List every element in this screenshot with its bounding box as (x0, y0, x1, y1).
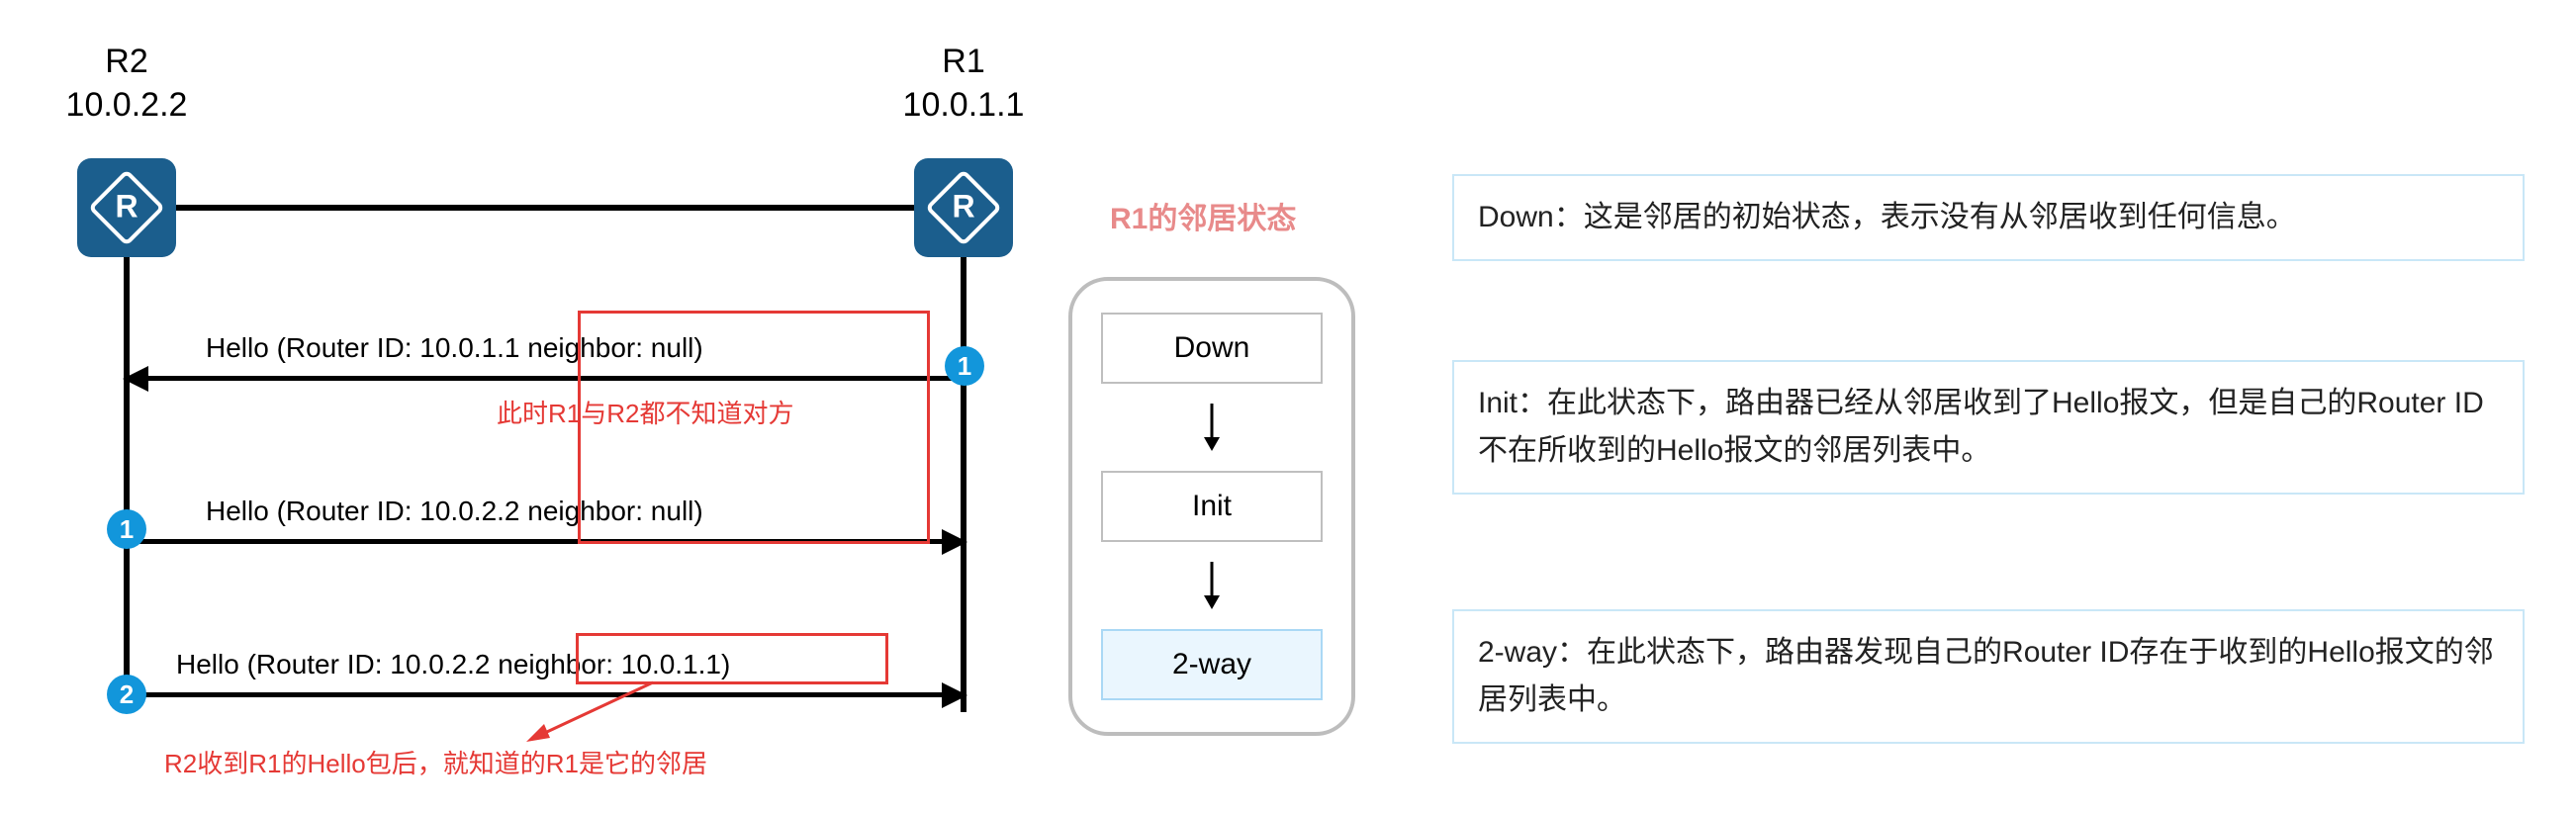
svg-text:R: R (952, 189, 974, 225)
arrow-right-icon (938, 680, 967, 710)
router-r2-icon: R (77, 158, 176, 257)
desc-init: Init：在此状态下，路由器已经从邻居收到了Hello报文，但是自己的Route… (1452, 360, 2525, 495)
annotation-2: R2收到R1的Hello包后，就知道的R1是它的邻居 (164, 744, 707, 780)
arrow-left-icon (123, 364, 152, 394)
diagram-root: R2 10.0.2.2 R1 10.0.1.1 R R Hello (Route… (0, 0, 2576, 814)
desc-down: Down：这是邻居的初始状态，表示没有从邻居收到任何信息。 (1452, 174, 2525, 261)
router-r1-ip: 10.0.1.1 (874, 83, 1053, 127)
top-link (176, 205, 914, 211)
badge-r2-2: 2 (107, 675, 146, 714)
arrow-down-icon (1200, 404, 1224, 451)
lifeline-r2 (124, 257, 130, 712)
state-init: Init (1101, 471, 1323, 542)
desc-2way: 2-way：在此状态下，路由器发现自己的Router ID存在于收到的Hello… (1452, 609, 2525, 744)
annotation-1: 此时R1与R2都不知道对方 (497, 394, 793, 430)
svg-text:R: R (115, 189, 138, 225)
badge-r1-1: 1 (945, 346, 984, 386)
router-r1-label: R1 10.0.1.1 (874, 40, 1053, 127)
badge-r2-1: 1 (107, 509, 146, 549)
msg-1-text: Hello (Router ID: 10.0.1.1 neighbor: nul… (206, 332, 703, 364)
states-panel: Down Init 2-way (1068, 277, 1355, 736)
router-r1-icon: R (914, 158, 1013, 257)
lifeline-r1 (961, 257, 966, 712)
router-r2-label: R2 10.0.2.2 (47, 40, 206, 127)
arrow-down-icon (1200, 562, 1224, 609)
states-title: R1的邻居状态 (1110, 194, 1296, 237)
router-r1-name: R1 (874, 40, 1053, 83)
router-r2-name: R2 (47, 40, 206, 83)
msg-3-text: Hello (Router ID: 10.0.2.2 neighbor: 10.… (176, 649, 730, 680)
state-down: Down (1101, 313, 1323, 384)
arrow-right-icon (938, 527, 967, 557)
state-2way: 2-way (1101, 629, 1323, 700)
router-r2-ip: 10.0.2.2 (47, 83, 206, 127)
msg-2-text: Hello (Router ID: 10.0.2.2 neighbor: nul… (206, 496, 703, 527)
